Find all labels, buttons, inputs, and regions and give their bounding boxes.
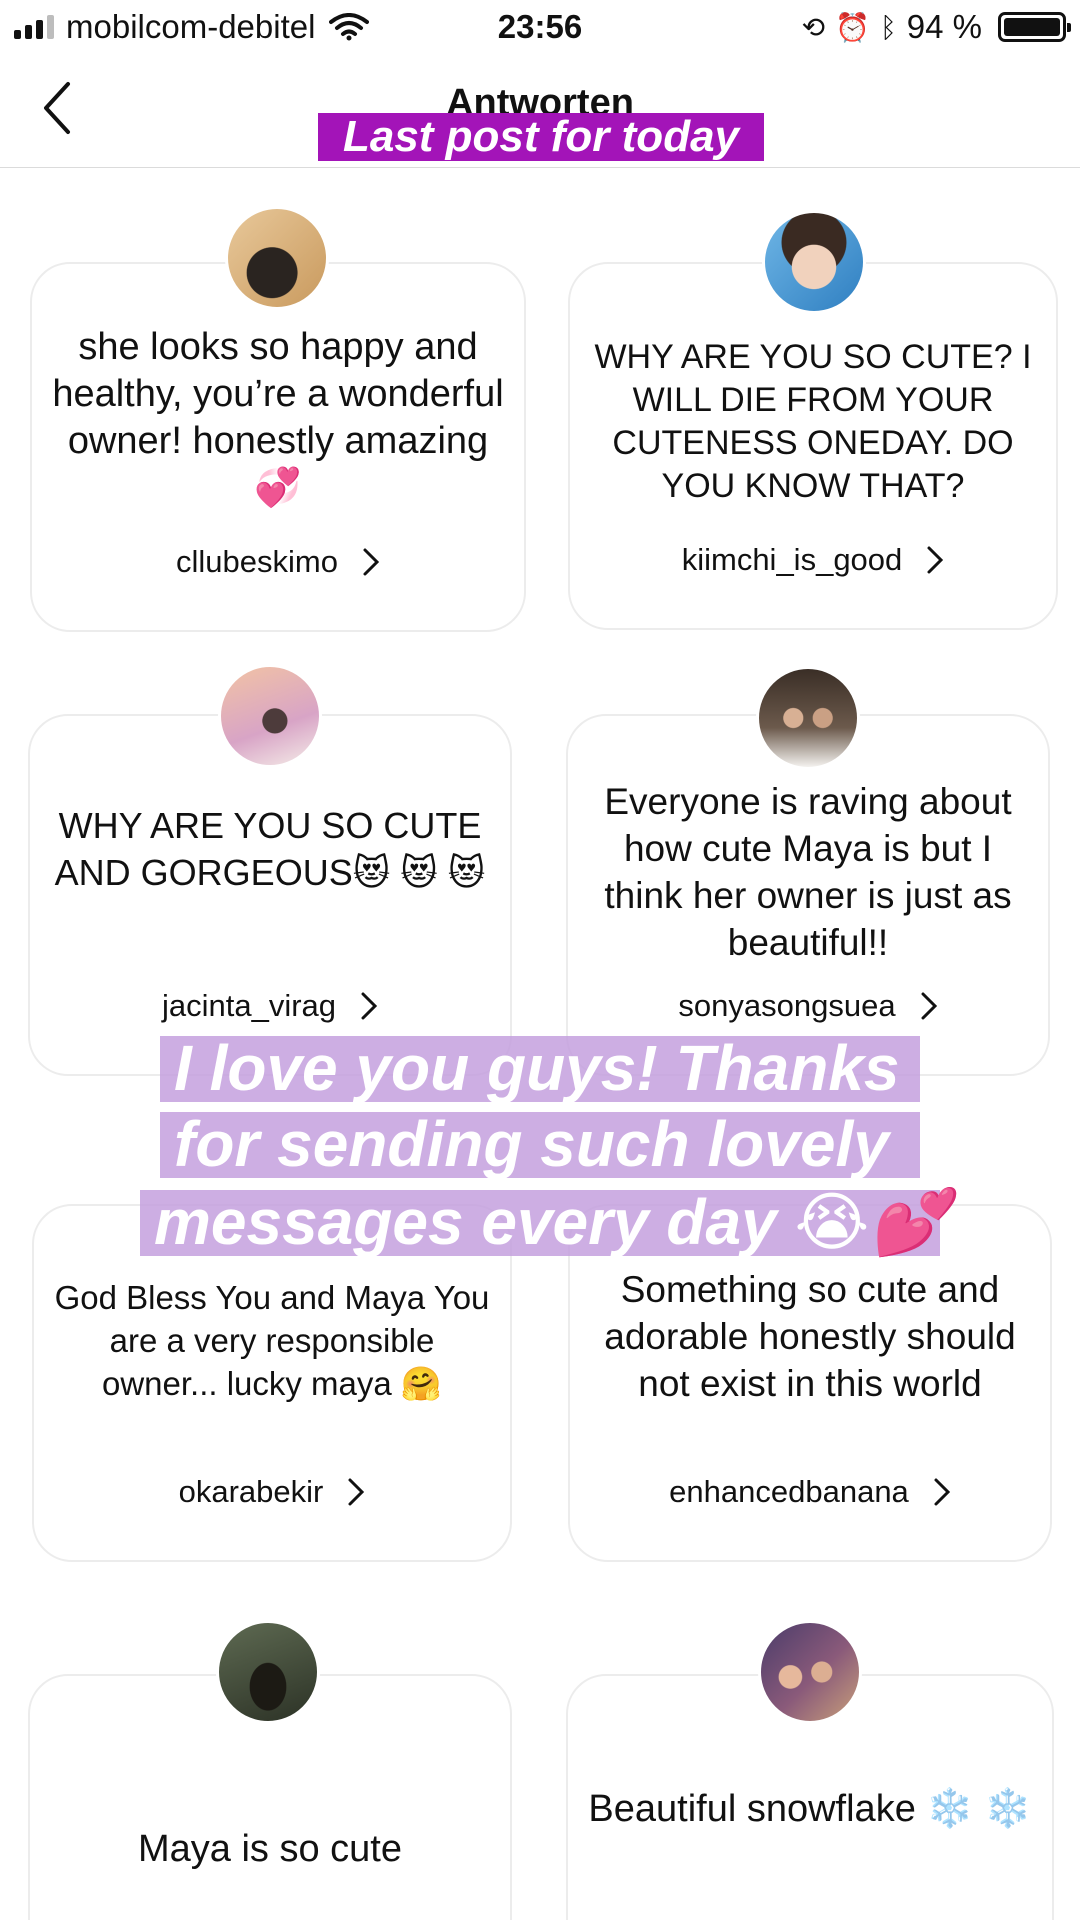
reply-text: WHY ARE YOU SO CUTE AND GORGEOUS😻 😻 😻	[54, 805, 486, 893]
chevron-right-icon	[348, 1478, 365, 1506]
bluetooth-icon: ᛒ	[879, 10, 897, 44]
reply-username: cllubeskimo	[176, 544, 338, 579]
reply-user-link[interactable]: jacinta_virag	[30, 988, 510, 1024]
chevron-right-icon	[363, 548, 380, 576]
story-overlay-line: for sending such lovely	[160, 1112, 920, 1178]
reply-user-link[interactable]: sonyasongsuea	[568, 988, 1048, 1024]
chevron-right-icon	[927, 546, 944, 574]
battery-percent: 94 %	[906, 8, 982, 45]
reply-text: WHY ARE YOU SO CUTE? I WILL DIE FROM YOU…	[594, 338, 1032, 505]
reply-username: enhancedbanana	[669, 1474, 909, 1509]
reply-card[interactable]: she looks so happy and healthy, you’re a…	[30, 262, 526, 632]
avatar	[225, 206, 329, 310]
story-overlay-line: I love you guys! Thanks	[160, 1036, 920, 1102]
reply-text: Maya is so cute	[138, 1828, 402, 1870]
reply-text: Beautiful snowflake ❄️ ❄️	[588, 1788, 1032, 1830]
story-overlay-line: messages every day 😭💕	[140, 1190, 949, 1256]
battery-icon	[998, 12, 1071, 42]
chevron-right-icon	[361, 992, 378, 1020]
reply-text: Something so cute and adorable honestly …	[604, 1269, 1016, 1404]
screen: mobilcom-debitel 23:56 ⟲ ⏰ ᛒ 94 % Antwor…	[0, 0, 1080, 1920]
avatar	[762, 210, 866, 314]
reply-text: Everyone is raving about how cute Maya i…	[604, 781, 1012, 963]
avatar	[756, 666, 860, 770]
reply-username: kiimchi_is_good	[681, 542, 903, 577]
chevron-right-icon	[921, 992, 937, 1020]
avatar	[218, 664, 322, 768]
story-caption-top: Last post for today	[318, 113, 764, 161]
reply-username: okarabekir	[178, 1474, 324, 1509]
orientation-lock-icon: ⟲	[801, 10, 826, 44]
reply-card[interactable]: WHY ARE YOU SO CUTE? I WILL DIE FROM YOU…	[568, 262, 1058, 630]
chevron-right-icon	[934, 1478, 950, 1506]
avatar	[758, 1620, 862, 1724]
reply-card[interactable]: WHY ARE YOU SO CUTE AND GORGEOUS😻 😻 😻 ja…	[28, 714, 512, 1076]
reply-username: jacinta_virag	[161, 988, 337, 1023]
alarm-icon: ⏰	[835, 10, 870, 44]
reply-user-link[interactable]: okarabekir	[34, 1474, 510, 1510]
reply-user-link[interactable]: kiimchi_is_good	[570, 542, 1056, 578]
status-bar: mobilcom-debitel 23:56 ⟲ ⏰ ᛒ 94 %	[0, 0, 1080, 54]
reply-user-link[interactable]: cllubeskimo	[32, 544, 524, 580]
reply-text: God Bless You and Maya You are a very re…	[54, 1279, 490, 1402]
avatar	[216, 1620, 320, 1724]
status-right: ⟲ ⏰ ᛒ 94 %	[801, 8, 1071, 46]
reply-username: sonyasongsuea	[678, 988, 896, 1023]
reply-user-link[interactable]: enhancedbanana	[570, 1474, 1050, 1510]
reply-text: she looks so happy and healthy, you’re a…	[52, 326, 504, 509]
